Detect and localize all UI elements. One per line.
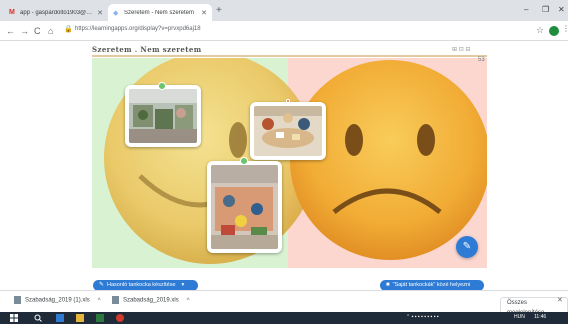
maximize-button[interactable]: ❐ bbox=[542, 5, 549, 14]
gmail-icon: M bbox=[9, 9, 15, 16]
language-indicator[interactable]: HUN bbox=[514, 314, 525, 320]
url-text: https://learningapps.org/display?v=prvxp… bbox=[75, 26, 201, 32]
photo-children-garden bbox=[129, 89, 197, 143]
tab-learningapps[interactable]: ◆ Szeretem - Nem szeretem ✕ bbox=[108, 4, 212, 21]
close-tab-icon[interactable]: ✕ bbox=[201, 9, 207, 17]
home-button[interactable]: ⌂ bbox=[48, 25, 53, 37]
tab-title: Szeretem - Nem szeretem bbox=[124, 9, 195, 16]
edit-icon: ✎ bbox=[99, 282, 105, 288]
spreadsheet-file-icon bbox=[14, 296, 21, 304]
tab-gmail[interactable]: M app - gaspardolto1903@gmail.c ✕ bbox=[4, 4, 108, 21]
chevron-up-icon[interactable]: ^ bbox=[187, 298, 190, 304]
tab-title: app - gaspardolto1903@gmail.c bbox=[20, 9, 95, 16]
address-bar[interactable]: 🔒 https://learningapps.org/display?v=prv… bbox=[64, 24, 534, 38]
forward-button[interactable]: → bbox=[20, 25, 29, 37]
learningapps-icon: ◆ bbox=[113, 9, 119, 17]
new-tab-button[interactable]: + bbox=[216, 4, 222, 18]
downloads-shelf: Szabadság_2019 (1).xls ^ Szabadság_2019.x… bbox=[0, 290, 568, 319]
extension-icon[interactable] bbox=[549, 26, 559, 36]
lock-icon: 🔒 bbox=[64, 26, 73, 33]
create-button-label: Hasonló tankocka készítése bbox=[107, 282, 176, 288]
download-filename: Szabadság_2019 (1).xls bbox=[25, 297, 90, 304]
card-pin bbox=[286, 99, 290, 103]
spreadsheet-file-icon bbox=[112, 296, 119, 304]
download-item[interactable]: Szabadság_2019.xls ^ bbox=[112, 296, 190, 304]
reload-button[interactable]: C bbox=[34, 25, 41, 37]
taskbar: ⌃ ▪ ▪ ▪ ▪ ▪ ▪ ▪ ▪ ▪ HUN 11:46 bbox=[0, 312, 568, 324]
close-tab-icon[interactable]: ✕ bbox=[97, 9, 103, 17]
file-explorer-icon[interactable] bbox=[76, 314, 84, 322]
photo-card-garden[interactable] bbox=[125, 85, 201, 147]
app-tools-icon[interactable]: ⊞ ⊡ ⊟ bbox=[452, 46, 470, 53]
chevron-down-icon[interactable]: ▾ bbox=[182, 282, 185, 288]
check-icon: ✎ bbox=[462, 241, 472, 252]
tab-strip: M app - gaspardolto1903@gmail.c ✕ ◆ Szer… bbox=[0, 0, 568, 21]
photo-children-playing bbox=[211, 165, 278, 249]
minimize-button[interactable]: – bbox=[524, 5, 528, 14]
page-title: Szeretem . Nem szeretem bbox=[92, 45, 202, 54]
bookmark-star-icon[interactable]: ☆ bbox=[536, 25, 544, 36]
item-counter: 53 bbox=[478, 57, 485, 63]
photo-card-table[interactable] bbox=[250, 102, 326, 160]
photo-card-play[interactable] bbox=[207, 161, 282, 253]
excel-icon[interactable] bbox=[96, 314, 104, 322]
clock[interactable]: 11:46 bbox=[534, 314, 546, 320]
screen: M app - gaspardolto1903@gmail.c ✕ ◆ Szer… bbox=[0, 0, 568, 324]
close-window-button[interactable]: ✕ bbox=[558, 5, 565, 14]
download-item[interactable]: Szabadság_2019 (1).xls ^ bbox=[14, 296, 101, 304]
save-button-label: "Saját tankockák" közé helyezni bbox=[392, 282, 471, 288]
windows-start-icon[interactable] bbox=[10, 314, 18, 322]
title-divider bbox=[92, 55, 487, 57]
page-content: Szeretem . Nem szeretem ⊞ ⊡ ⊟ 53 ✎ ✎ Has… bbox=[0, 42, 568, 291]
bookmark-icon: ■ bbox=[386, 282, 390, 288]
check-answer-button[interactable]: ✎ bbox=[456, 236, 478, 258]
search-icon[interactable] bbox=[34, 314, 42, 322]
card-pin bbox=[240, 157, 248, 165]
sorting-board bbox=[92, 58, 487, 268]
chrome-icon[interactable] bbox=[116, 314, 124, 322]
back-button[interactable]: ← bbox=[6, 25, 15, 37]
chevron-up-icon[interactable]: ^ bbox=[98, 298, 101, 304]
download-filename: Szabadság_2019.xls bbox=[123, 297, 179, 304]
browser-toolbar: ← → C ⌂ 🔒 https://learningapps.org/displ… bbox=[0, 21, 568, 41]
menu-icon[interactable]: ⋮ bbox=[562, 24, 568, 33]
edge-icon[interactable] bbox=[56, 314, 64, 322]
card-pin bbox=[158, 82, 166, 90]
close-shelf-icon[interactable]: ✕ bbox=[557, 296, 563, 304]
photo-children-table bbox=[254, 106, 322, 156]
sad-face-icon bbox=[290, 60, 487, 260]
tray-icons[interactable]: ⌃ ▪ ▪ ▪ ▪ ▪ ▪ ▪ ▪ ▪ bbox=[406, 314, 439, 320]
